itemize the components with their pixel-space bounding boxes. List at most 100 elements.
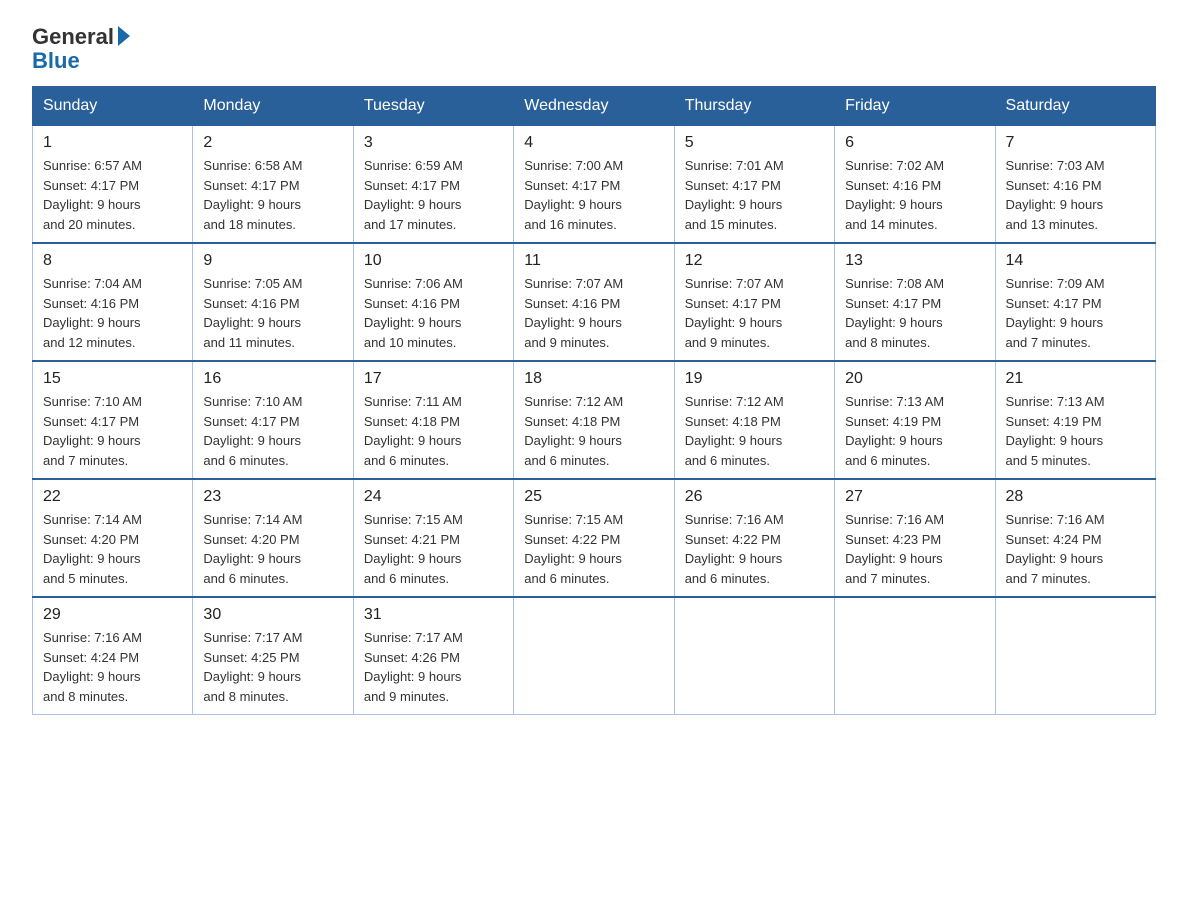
day-info: Sunrise: 7:01 AMSunset: 4:17 PMDaylight:… xyxy=(685,158,784,232)
calendar-week-row: 22 Sunrise: 7:14 AMSunset: 4:20 PMDaylig… xyxy=(33,479,1156,597)
day-info: Sunrise: 7:10 AMSunset: 4:17 PMDaylight:… xyxy=(43,394,142,468)
calendar-week-row: 8 Sunrise: 7:04 AMSunset: 4:16 PMDayligh… xyxy=(33,243,1156,361)
day-number: 28 xyxy=(1006,488,1145,506)
column-header-monday: Monday xyxy=(193,87,353,126)
day-number: 23 xyxy=(203,488,342,506)
day-number: 15 xyxy=(43,370,182,388)
column-header-sunday: Sunday xyxy=(33,87,193,126)
day-number: 24 xyxy=(364,488,503,506)
calendar-week-row: 1 Sunrise: 6:57 AMSunset: 4:17 PMDayligh… xyxy=(33,126,1156,244)
day-number: 3 xyxy=(364,134,503,152)
day-info: Sunrise: 7:13 AMSunset: 4:19 PMDaylight:… xyxy=(1006,394,1105,468)
day-info: Sunrise: 7:15 AMSunset: 4:21 PMDaylight:… xyxy=(364,512,463,586)
day-number: 25 xyxy=(524,488,663,506)
day-number: 29 xyxy=(43,606,182,624)
calendar-table: SundayMondayTuesdayWednesdayThursdayFrid… xyxy=(32,86,1156,715)
day-info: Sunrise: 7:12 AMSunset: 4:18 PMDaylight:… xyxy=(524,394,623,468)
calendar-cell: 6 Sunrise: 7:02 AMSunset: 4:16 PMDayligh… xyxy=(835,126,995,244)
logo-blue-text: Blue xyxy=(32,48,80,74)
calendar-cell: 19 Sunrise: 7:12 AMSunset: 4:18 PMDaylig… xyxy=(674,361,834,479)
calendar-cell xyxy=(514,597,674,715)
day-info: Sunrise: 7:14 AMSunset: 4:20 PMDaylight:… xyxy=(43,512,142,586)
day-number: 2 xyxy=(203,134,342,152)
day-info: Sunrise: 7:15 AMSunset: 4:22 PMDaylight:… xyxy=(524,512,623,586)
day-info: Sunrise: 7:17 AMSunset: 4:25 PMDaylight:… xyxy=(203,630,302,704)
day-number: 4 xyxy=(524,134,663,152)
calendar-cell: 11 Sunrise: 7:07 AMSunset: 4:16 PMDaylig… xyxy=(514,243,674,361)
column-header-thursday: Thursday xyxy=(674,87,834,126)
column-header-friday: Friday xyxy=(835,87,995,126)
day-number: 14 xyxy=(1006,252,1145,270)
day-info: Sunrise: 7:10 AMSunset: 4:17 PMDaylight:… xyxy=(203,394,302,468)
calendar-cell: 22 Sunrise: 7:14 AMSunset: 4:20 PMDaylig… xyxy=(33,479,193,597)
day-number: 6 xyxy=(845,134,984,152)
calendar-cell: 15 Sunrise: 7:10 AMSunset: 4:17 PMDaylig… xyxy=(33,361,193,479)
calendar-cell: 16 Sunrise: 7:10 AMSunset: 4:17 PMDaylig… xyxy=(193,361,353,479)
day-number: 31 xyxy=(364,606,503,624)
day-info: Sunrise: 7:07 AMSunset: 4:16 PMDaylight:… xyxy=(524,276,623,350)
day-number: 13 xyxy=(845,252,984,270)
day-info: Sunrise: 6:57 AMSunset: 4:17 PMDaylight:… xyxy=(43,158,142,232)
calendar-cell: 5 Sunrise: 7:01 AMSunset: 4:17 PMDayligh… xyxy=(674,126,834,244)
calendar-cell: 20 Sunrise: 7:13 AMSunset: 4:19 PMDaylig… xyxy=(835,361,995,479)
day-info: Sunrise: 7:16 AMSunset: 4:24 PMDaylight:… xyxy=(43,630,142,704)
calendar-cell: 30 Sunrise: 7:17 AMSunset: 4:25 PMDaylig… xyxy=(193,597,353,715)
day-number: 7 xyxy=(1006,134,1145,152)
day-info: Sunrise: 7:16 AMSunset: 4:24 PMDaylight:… xyxy=(1006,512,1105,586)
day-number: 12 xyxy=(685,252,824,270)
day-number: 17 xyxy=(364,370,503,388)
day-info: Sunrise: 7:07 AMSunset: 4:17 PMDaylight:… xyxy=(685,276,784,350)
calendar-cell: 25 Sunrise: 7:15 AMSunset: 4:22 PMDaylig… xyxy=(514,479,674,597)
calendar-cell: 21 Sunrise: 7:13 AMSunset: 4:19 PMDaylig… xyxy=(995,361,1155,479)
calendar-cell: 10 Sunrise: 7:06 AMSunset: 4:16 PMDaylig… xyxy=(353,243,513,361)
day-info: Sunrise: 7:02 AMSunset: 4:16 PMDaylight:… xyxy=(845,158,944,232)
day-number: 27 xyxy=(845,488,984,506)
day-number: 26 xyxy=(685,488,824,506)
day-number: 11 xyxy=(524,252,663,270)
day-info: Sunrise: 7:00 AMSunset: 4:17 PMDaylight:… xyxy=(524,158,623,232)
calendar-cell: 12 Sunrise: 7:07 AMSunset: 4:17 PMDaylig… xyxy=(674,243,834,361)
column-header-saturday: Saturday xyxy=(995,87,1155,126)
day-info: Sunrise: 7:14 AMSunset: 4:20 PMDaylight:… xyxy=(203,512,302,586)
day-info: Sunrise: 7:06 AMSunset: 4:16 PMDaylight:… xyxy=(364,276,463,350)
logo-general-text: General xyxy=(32,24,130,50)
calendar-cell: 26 Sunrise: 7:16 AMSunset: 4:22 PMDaylig… xyxy=(674,479,834,597)
calendar-cell: 14 Sunrise: 7:09 AMSunset: 4:17 PMDaylig… xyxy=(995,243,1155,361)
day-info: Sunrise: 7:05 AMSunset: 4:16 PMDaylight:… xyxy=(203,276,302,350)
calendar-cell xyxy=(995,597,1155,715)
day-info: Sunrise: 7:13 AMSunset: 4:19 PMDaylight:… xyxy=(845,394,944,468)
column-header-wednesday: Wednesday xyxy=(514,87,674,126)
day-number: 18 xyxy=(524,370,663,388)
calendar-week-row: 15 Sunrise: 7:10 AMSunset: 4:17 PMDaylig… xyxy=(33,361,1156,479)
calendar-cell xyxy=(674,597,834,715)
day-info: Sunrise: 7:11 AMSunset: 4:18 PMDaylight:… xyxy=(364,394,462,468)
day-info: Sunrise: 7:09 AMSunset: 4:17 PMDaylight:… xyxy=(1006,276,1105,350)
calendar-cell: 27 Sunrise: 7:16 AMSunset: 4:23 PMDaylig… xyxy=(835,479,995,597)
calendar-cell: 1 Sunrise: 6:57 AMSunset: 4:17 PMDayligh… xyxy=(33,126,193,244)
day-number: 16 xyxy=(203,370,342,388)
day-info: Sunrise: 7:12 AMSunset: 4:18 PMDaylight:… xyxy=(685,394,784,468)
day-number: 20 xyxy=(845,370,984,388)
day-info: Sunrise: 7:17 AMSunset: 4:26 PMDaylight:… xyxy=(364,630,463,704)
calendar-cell: 7 Sunrise: 7:03 AMSunset: 4:16 PMDayligh… xyxy=(995,126,1155,244)
day-number: 8 xyxy=(43,252,182,270)
calendar-cell: 23 Sunrise: 7:14 AMSunset: 4:20 PMDaylig… xyxy=(193,479,353,597)
day-info: Sunrise: 7:08 AMSunset: 4:17 PMDaylight:… xyxy=(845,276,944,350)
calendar-cell: 31 Sunrise: 7:17 AMSunset: 4:26 PMDaylig… xyxy=(353,597,513,715)
calendar-header-row: SundayMondayTuesdayWednesdayThursdayFrid… xyxy=(33,87,1156,126)
day-info: Sunrise: 6:58 AMSunset: 4:17 PMDaylight:… xyxy=(203,158,302,232)
day-info: Sunrise: 7:04 AMSunset: 4:16 PMDaylight:… xyxy=(43,276,142,350)
calendar-cell: 9 Sunrise: 7:05 AMSunset: 4:16 PMDayligh… xyxy=(193,243,353,361)
day-number: 19 xyxy=(685,370,824,388)
calendar-cell: 17 Sunrise: 7:11 AMSunset: 4:18 PMDaylig… xyxy=(353,361,513,479)
calendar-cell: 24 Sunrise: 7:15 AMSunset: 4:21 PMDaylig… xyxy=(353,479,513,597)
day-number: 9 xyxy=(203,252,342,270)
calendar-cell xyxy=(835,597,995,715)
calendar-week-row: 29 Sunrise: 7:16 AMSunset: 4:24 PMDaylig… xyxy=(33,597,1156,715)
day-number: 30 xyxy=(203,606,342,624)
calendar-cell: 28 Sunrise: 7:16 AMSunset: 4:24 PMDaylig… xyxy=(995,479,1155,597)
calendar-cell: 2 Sunrise: 6:58 AMSunset: 4:17 PMDayligh… xyxy=(193,126,353,244)
day-info: Sunrise: 7:16 AMSunset: 4:23 PMDaylight:… xyxy=(845,512,944,586)
column-header-tuesday: Tuesday xyxy=(353,87,513,126)
logo: General Blue xyxy=(32,24,130,74)
